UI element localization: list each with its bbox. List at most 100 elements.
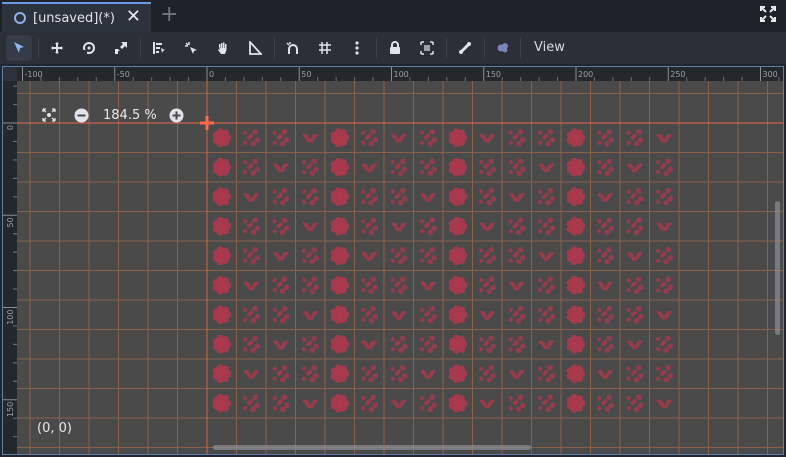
scene-node-icon	[14, 12, 26, 24]
tile-sprite	[479, 335, 497, 354]
tab-unsaved-scene[interactable]: [unsaved](*) ✕	[2, 2, 151, 32]
tile-sprite	[390, 335, 408, 354]
tile-sprite	[212, 364, 232, 384]
zoom-in-button[interactable]	[169, 107, 185, 123]
center-view-button[interactable]	[41, 107, 57, 123]
tab-bar: [unsaved](*) ✕ +	[0, 0, 786, 32]
tile-sprite	[302, 133, 319, 143]
tile-sprite	[212, 246, 232, 266]
move-tool-button[interactable]	[44, 35, 70, 61]
tile-sprite	[420, 281, 437, 291]
particles-tool-button[interactable]	[490, 35, 516, 61]
tile-sprite	[656, 222, 673, 232]
tile-sprite	[390, 310, 407, 320]
tile-sprite	[538, 276, 556, 295]
tile-sprite	[390, 276, 408, 295]
tile-sprite	[243, 246, 261, 265]
tile-sprite	[302, 222, 319, 232]
list-select-tool-button[interactable]	[146, 35, 172, 61]
tile-sprite	[508, 158, 526, 177]
tile-sprite	[330, 334, 350, 354]
edit-canvas[interactable]: 184.5 % (0, 0)	[17, 81, 783, 454]
tile-sprite	[448, 305, 468, 325]
kebab-menu-icon	[355, 41, 359, 55]
tile-sprite	[272, 394, 290, 413]
group-button[interactable]	[414, 35, 440, 61]
tile-sprite	[302, 335, 320, 354]
tile-sprite	[538, 251, 555, 261]
close-icon[interactable]: ✕	[126, 7, 141, 27]
snap-options-button[interactable]	[344, 35, 370, 61]
particles-icon	[497, 43, 508, 53]
plus-circle-icon	[169, 108, 184, 122]
tile-sprite	[302, 364, 320, 383]
tile-sprite	[243, 217, 261, 236]
snap-magnet-icon	[286, 42, 298, 54]
tile-sprite	[420, 305, 438, 324]
bone-icon	[459, 42, 471, 54]
tile-sprite	[390, 222, 407, 232]
vertical-scrollbar[interactable]	[775, 201, 780, 335]
zoom-out-button[interactable]	[73, 107, 89, 123]
tile-sprite	[626, 364, 644, 383]
ruler-label: -50	[117, 70, 130, 79]
pan-tool-button[interactable]	[210, 35, 236, 61]
scale-icon	[115, 42, 127, 54]
vertical-ruler[interactable]: 0 50 100 150	[3, 67, 17, 454]
tile-sprite	[508, 246, 526, 265]
tile-sprite	[243, 128, 261, 147]
tile-sprite	[243, 305, 261, 324]
canvas-viewport[interactable]: -100 -50 0 50 100 150 200 250 300 0 50 100 150 184.…	[2, 66, 784, 455]
smart-snap-toggle[interactable]	[280, 35, 306, 61]
tile-sprite	[448, 128, 468, 148]
tile-sprite	[508, 128, 526, 147]
horizontal-ruler[interactable]: -100 -50 0 50 100 150 200 250 300	[3, 67, 783, 81]
tile-sprite	[479, 310, 496, 320]
editor-window: [unsaved](*) ✕ + View -100 -50 0 50 100 …	[0, 0, 786, 457]
tile-sprite	[538, 364, 556, 383]
tile-sprite	[272, 340, 289, 350]
ruler-label: 200	[578, 70, 593, 79]
hand-icon	[218, 42, 227, 54]
tile-sprite	[566, 246, 586, 266]
tile-sprite	[448, 157, 468, 177]
tile-sprite	[302, 158, 320, 177]
lock-button[interactable]	[382, 35, 408, 61]
tile-sprite	[390, 187, 408, 206]
tile-sprite	[361, 187, 379, 206]
scale-tool-button[interactable]	[108, 35, 134, 61]
tile-sprite	[330, 246, 350, 266]
tile-sprite	[656, 187, 674, 206]
tile-sprite	[212, 393, 232, 413]
tile-sprite	[243, 335, 261, 354]
rotate-tool-button[interactable]	[76, 35, 102, 61]
fullscreen-icon[interactable]	[760, 6, 776, 22]
ruler-tool-button[interactable]	[242, 35, 268, 61]
grid-snap-toggle[interactable]	[312, 35, 338, 61]
tile-sprite	[508, 335, 526, 354]
tile-sprite	[566, 393, 586, 413]
bone-tool-button[interactable]	[452, 35, 478, 61]
tile-sprite	[508, 192, 525, 202]
ruler-label: 150	[486, 70, 501, 79]
tile-sprite	[302, 310, 319, 320]
select-tool-button[interactable]	[6, 35, 32, 61]
tile-sprite	[566, 157, 586, 177]
tile-sprite	[330, 157, 350, 177]
tile-sprite	[626, 217, 644, 236]
tile-sprite	[361, 364, 379, 383]
tile-sprite	[330, 187, 350, 207]
tile-sprite	[597, 246, 615, 265]
tile-sprite	[479, 133, 496, 143]
tile-sprite	[597, 217, 615, 236]
view-menu-button[interactable]: View	[526, 35, 573, 61]
tile-sprite	[538, 340, 555, 350]
pivot-tool-button[interactable]	[178, 35, 204, 61]
tile-sprite	[272, 217, 290, 236]
tile-sprite	[479, 158, 497, 177]
tile-sprite	[448, 246, 468, 266]
horizontal-scrollbar[interactable]	[213, 445, 531, 450]
zoom-level[interactable]: 184.5 %	[103, 108, 157, 123]
tile-sprite	[479, 187, 497, 206]
add-tab-button[interactable]: +	[160, 3, 178, 27]
